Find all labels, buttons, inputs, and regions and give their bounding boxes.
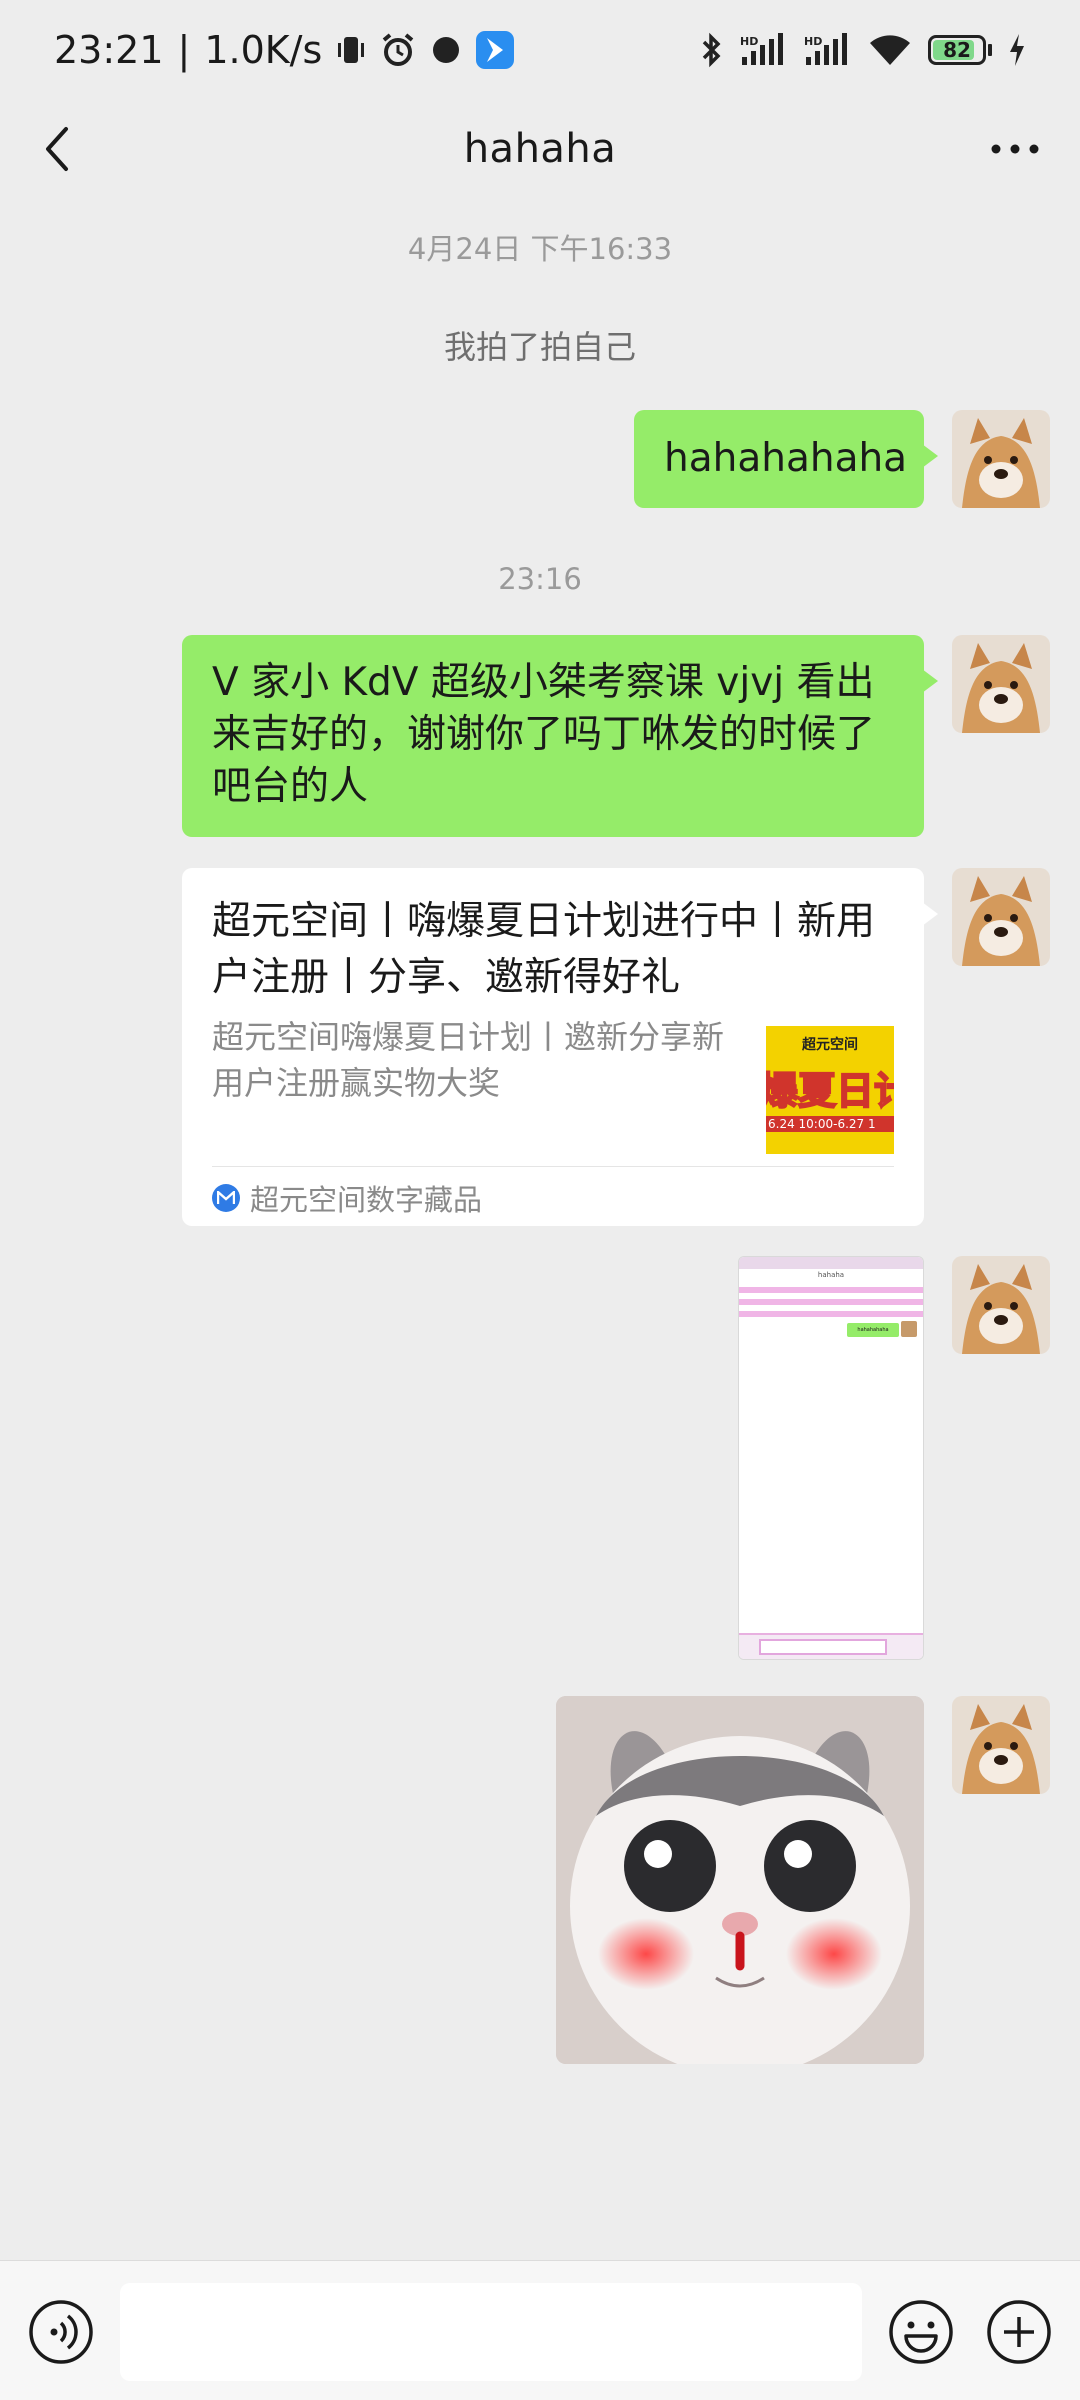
avatar[interactable] <box>952 868 1050 966</box>
voice-icon <box>29 2300 93 2364</box>
screenshot-image-message[interactable]: hahaha hahahahaha <box>738 1256 924 1660</box>
card-thumb-date: 6.24 10:00-6.27 1 <box>768 1117 876 1131</box>
chat-title: hahaha <box>463 126 617 172</box>
dot-icon <box>430 34 462 66</box>
cat-sticker-message[interactable] <box>556 1696 924 2064</box>
chevron-left-icon <box>46 127 68 171</box>
card-thumbnail: 超元空间 爆夏日计 6.24 10:00-6.27 1 <box>766 1026 894 1154</box>
vibrate-icon <box>336 33 366 67</box>
message-timestamp: 4月24日 下午16:33 <box>407 232 673 266</box>
avatar[interactable] <box>952 1256 1050 1354</box>
card-title: 超元空间丨嗨爆夏日计划进行中丨新用户注册丨分享、邀新得好礼 <box>212 899 876 1000</box>
svg-text:HD: HD <box>804 35 822 48</box>
alarm-icon <box>380 32 416 68</box>
avatar[interactable] <box>952 635 1050 733</box>
more-dots-icon <box>991 144 1039 154</box>
more-actions-button[interactable] <box>986 2299 1052 2365</box>
card-source-name: 超元空间数字藏品 <box>250 1183 483 1217</box>
svg-text:HD: HD <box>740 35 758 48</box>
dog-avatar-image <box>952 868 1050 966</box>
card-thumb-brand: 超元空间 <box>802 1037 858 1053</box>
net-speed: 1.0K/s <box>204 28 323 72</box>
status-time: 23:21 <box>54 28 164 72</box>
status-bar: 23:21 | 1.0K/s HD HD 82 <box>0 0 1080 100</box>
signal-hd-icon: HD <box>740 33 788 67</box>
status-left: 23:21 | 1.0K/s <box>54 28 515 72</box>
back-button[interactable] <box>30 122 84 176</box>
text-message-long[interactable]: V 家小 KdV 超级小桀考察课 vjvj 看出来吉好的，谢谢你了吗丁咻发的时候… <box>182 635 938 837</box>
message-timestamp-2: 23:16 <box>498 562 582 596</box>
status-separator: | <box>177 28 191 72</box>
chat-header: hahaha <box>0 100 1080 198</box>
message-input[interactable] <box>120 2283 862 2381</box>
link-card-message[interactable]: 超元空间丨嗨爆夏日计划进行中丨新用户注册丨分享、邀新得好礼 超元空间嗨爆夏日计划… <box>182 868 938 1226</box>
screenshot-bubble: hahahahaha <box>847 1323 899 1337</box>
card-source: 超元空间数字藏品 <box>212 1178 482 1218</box>
wifi-icon <box>868 33 912 67</box>
emoji-button[interactable] <box>888 2299 954 2365</box>
battery-icon: 82 <box>928 35 992 65</box>
system-message: 我拍了拍自己 <box>443 328 636 366</box>
card-divider <box>212 1166 894 1167</box>
input-bar <box>0 2260 1080 2400</box>
dog-avatar-image <box>952 635 1050 733</box>
avatar[interactable] <box>952 1696 1050 1794</box>
source-logo-icon <box>212 1184 240 1212</box>
voice-button[interactable] <box>28 2299 94 2365</box>
charging-icon <box>1008 34 1026 66</box>
dog-avatar-image <box>952 1256 1050 1354</box>
bluetooth-icon <box>700 32 724 68</box>
chat-messages[interactable]: 4月24日 下午16:33 我拍了拍自己 hahahahaha 23:16 V … <box>0 198 1080 2260</box>
battery-level: 82 <box>943 38 971 62</box>
battery-body: 82 <box>928 35 986 65</box>
cat-sticker-image <box>556 1696 924 2064</box>
card-body: 超元空间嗨爆夏日计划丨邀新分享新用户注册赢实物大奖 超元空间 爆夏日计 6.24… <box>212 1014 894 1154</box>
status-right: HD HD 82 <box>700 32 1026 68</box>
screenshot-title: hahaha <box>817 1271 845 1279</box>
more-button[interactable] <box>980 122 1050 176</box>
card-description: 超元空间嗨爆夏日计划丨邀新分享新用户注册赢实物大奖 <box>212 1018 725 1102</box>
signal-hd-icon-2: HD <box>804 33 852 67</box>
smiley-icon <box>889 2300 953 2364</box>
app-badge-icon <box>476 31 515 69</box>
avatar[interactable] <box>952 410 1050 508</box>
text-message[interactable]: hahahahaha <box>634 410 938 508</box>
dog-avatar-image <box>952 410 1050 508</box>
card-thumb-headline: 爆夏日计 <box>766 1068 894 1114</box>
plus-icon <box>987 2300 1051 2364</box>
dog-avatar-image <box>952 1696 1050 1794</box>
